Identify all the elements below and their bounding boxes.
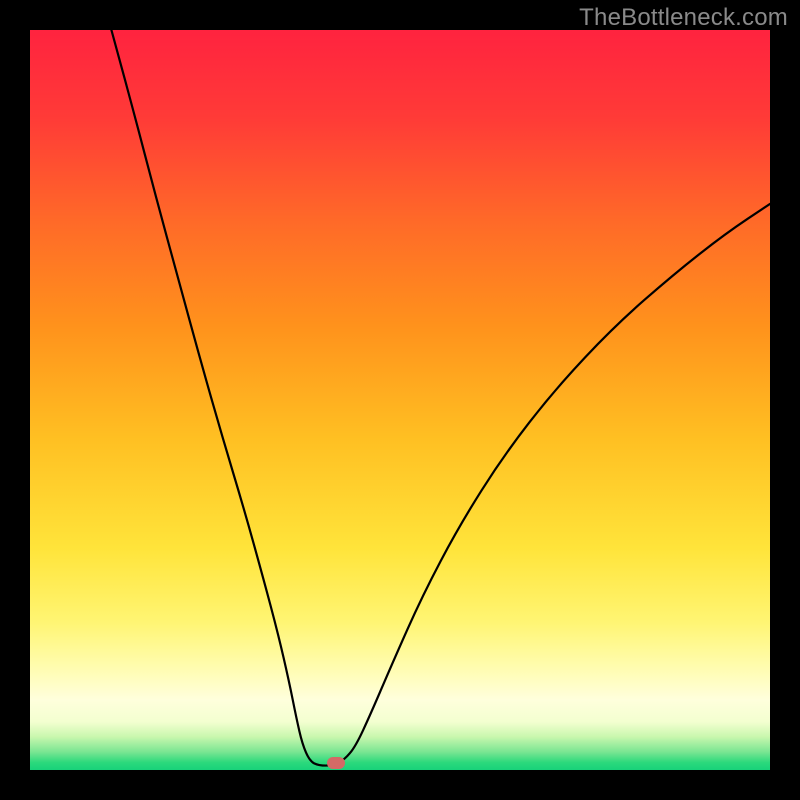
- chart-frame: TheBottleneck.com: [0, 0, 800, 800]
- watermark-text: TheBottleneck.com: [579, 4, 788, 32]
- optimum-marker: [327, 757, 345, 769]
- plot-area: [30, 30, 770, 770]
- curve-layer: [30, 30, 770, 770]
- bottleneck-curve: [111, 30, 770, 766]
